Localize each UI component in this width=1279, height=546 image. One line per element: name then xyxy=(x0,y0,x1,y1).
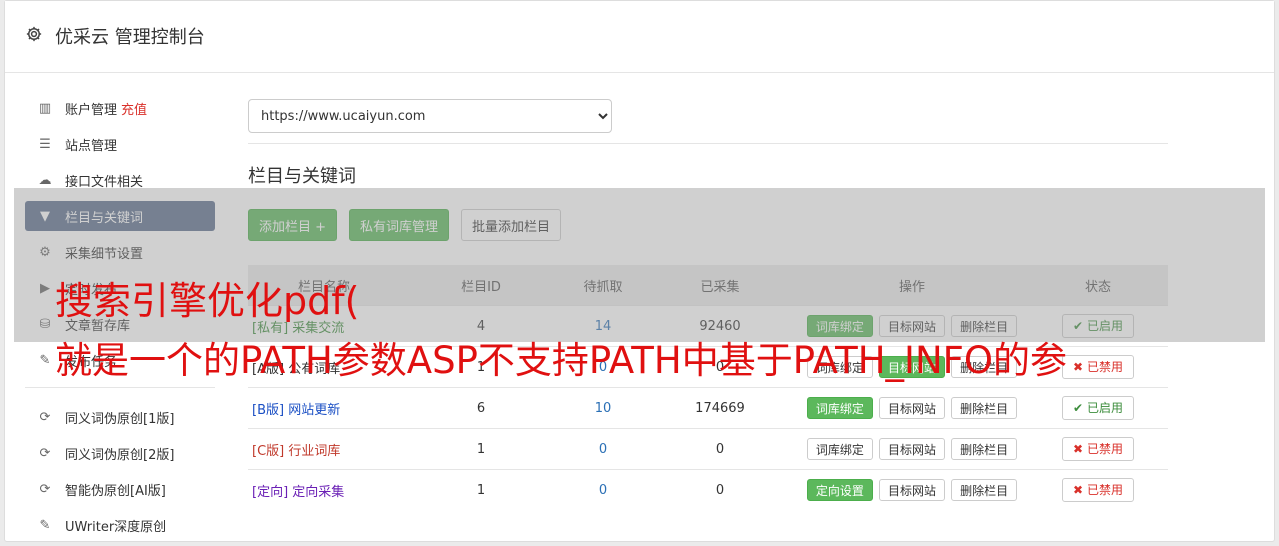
page-title: 优采云 管理控制台 xyxy=(55,27,205,48)
sidebar-item-label: 接口文件相关 xyxy=(65,174,144,190)
delete-column-button[interactable]: 删除栏目 xyxy=(951,479,1018,501)
column-name: 网站更新 xyxy=(288,402,341,418)
recharge-link[interactable]: 充值 xyxy=(121,99,147,118)
sidebar-item-label: 同义词伪原创[2版] xyxy=(65,447,175,463)
sidebar-divider xyxy=(25,387,215,388)
column-id: 6 xyxy=(400,387,562,429)
cross-icon: ✖ xyxy=(1073,360,1084,374)
sidebar-item-label: UWriter深度原创 xyxy=(65,519,167,535)
status-label: 已禁用 xyxy=(1086,360,1123,374)
target-site-button[interactable]: 目标网站 xyxy=(878,479,945,501)
collected-count: 174669 xyxy=(644,387,796,429)
status-label: 已禁用 xyxy=(1086,483,1123,497)
collected-count: 0 xyxy=(644,428,796,470)
sidebar-item-label: 智能伪原创[AI版] xyxy=(65,483,166,499)
status-label: 已启用 xyxy=(1086,401,1123,415)
sidebar-item-label: 同义词伪原创[1版] xyxy=(65,411,175,427)
edit-icon: ✎ xyxy=(39,352,51,368)
sidebar-item[interactable]: ✎ UWriter深度原创 xyxy=(25,510,215,540)
pending-count: 10 xyxy=(562,387,644,429)
target-site-button[interactable]: 目标网站 xyxy=(878,397,945,419)
column-id: 1 xyxy=(400,428,562,470)
status-toggle[interactable]: ✔ 已启用 xyxy=(1062,396,1134,420)
cloud-upload-icon: ☁ xyxy=(38,172,52,188)
server-icon: ☰ xyxy=(39,136,51,152)
column-name-cell[interactable]: [C版] 行业词库 xyxy=(248,428,400,470)
sidebar-item[interactable]: ⟳ 同义词伪原创[1版] xyxy=(25,402,215,432)
status-cell: ✖ 已禁用 xyxy=(1028,469,1168,510)
pending-count: 0 xyxy=(562,428,644,470)
status-label: 已禁用 xyxy=(1086,442,1123,456)
site-select[interactable]: https://www.ucaiyun.com xyxy=(248,99,612,133)
column-name: 行业词库 xyxy=(288,443,341,459)
status-toggle[interactable]: ✖ 已禁用 xyxy=(1062,355,1134,379)
gear-icon xyxy=(26,26,42,42)
column-id: 1 xyxy=(400,469,562,510)
column-prefix: [定向] xyxy=(252,484,289,500)
table-row: [C版] 行业词库 1 0 0 词库绑定 目标网站 删除栏目 ✖ 已禁用 xyxy=(248,428,1168,470)
column-prefix: [B版] xyxy=(252,402,285,418)
bind-lib-button[interactable]: 词库绑定 xyxy=(806,438,873,460)
actions-cell: 词库绑定 目标网站 删除栏目 xyxy=(796,387,1028,429)
table-row: [B版] 网站更新 6 10 174669 词库绑定 目标网站 删除栏目 ✔ 已… xyxy=(248,387,1168,429)
sidebar-item-label: 站点管理 xyxy=(65,138,118,154)
section-title: 栏目与关键词 xyxy=(248,166,356,187)
delete-column-button[interactable]: 删除栏目 xyxy=(951,397,1018,419)
bind-lib-button[interactable]: 定向设置 xyxy=(806,479,873,501)
bar-chart-icon: ▥ xyxy=(38,100,52,116)
sidebar-item-label: 账户管理 xyxy=(65,102,118,118)
sidebar-item[interactable]: ⟳ 同义词伪原创[2版] xyxy=(25,438,215,468)
main-content: https://www.ucaiyun.com 栏目与关键词 添加栏目 + 私有… xyxy=(248,99,1168,510)
status-cell: ✔ 已启用 xyxy=(1028,387,1168,429)
refresh-icon: ⟳ xyxy=(39,481,51,497)
refresh-icon: ⟳ xyxy=(39,409,51,425)
overlay-title-line1: 搜索引擎优化pdf( xyxy=(55,279,360,323)
sidebar-item[interactable]: ☰ 站点管理 xyxy=(25,129,215,159)
delete-column-button[interactable]: 删除栏目 xyxy=(951,438,1018,460)
status-toggle[interactable]: ✖ 已禁用 xyxy=(1062,478,1134,502)
sidebar-item[interactable]: ⟳ 智能伪原创[AI版] xyxy=(25,474,215,504)
column-name-cell[interactable]: [定向] 定向采集 xyxy=(248,469,400,510)
column-name: 定向采集 xyxy=(292,484,345,500)
check-icon: ✔ xyxy=(1073,401,1084,415)
cross-icon: ✖ xyxy=(1073,483,1084,497)
status-toggle[interactable]: ✖ 已禁用 xyxy=(1062,437,1134,461)
overlay-title-line2: 就是一个的PATH参数ASP不支持PATH中基于PATH_INFO的参 xyxy=(55,339,1068,382)
status-cell: ✖ 已禁用 xyxy=(1028,428,1168,470)
refresh-icon: ⟳ xyxy=(39,445,51,461)
table-row: [定向] 定向采集 1 0 0 定向设置 目标网站 删除栏目 ✖ 已禁用 xyxy=(248,469,1168,510)
actions-cell: 定向设置 目标网站 删除栏目 xyxy=(796,469,1028,510)
pending-count: 0 xyxy=(562,469,644,510)
bind-lib-button[interactable]: 词库绑定 xyxy=(806,397,873,419)
target-site-button[interactable]: 目标网站 xyxy=(878,438,945,460)
sidebar-item[interactable]: ▥ 账户管理 充值 xyxy=(25,93,215,123)
collected-count: 0 xyxy=(644,469,796,510)
actions-cell: 词库绑定 目标网站 删除栏目 xyxy=(796,428,1028,470)
column-prefix: [C版] xyxy=(252,443,285,459)
cross-icon: ✖ xyxy=(1073,442,1084,456)
panel-header: 优采云 管理控制台 xyxy=(5,1,1274,73)
divider xyxy=(248,143,1168,144)
edit-icon: ✎ xyxy=(39,517,51,533)
column-name-cell[interactable]: [B版] 网站更新 xyxy=(248,387,400,429)
